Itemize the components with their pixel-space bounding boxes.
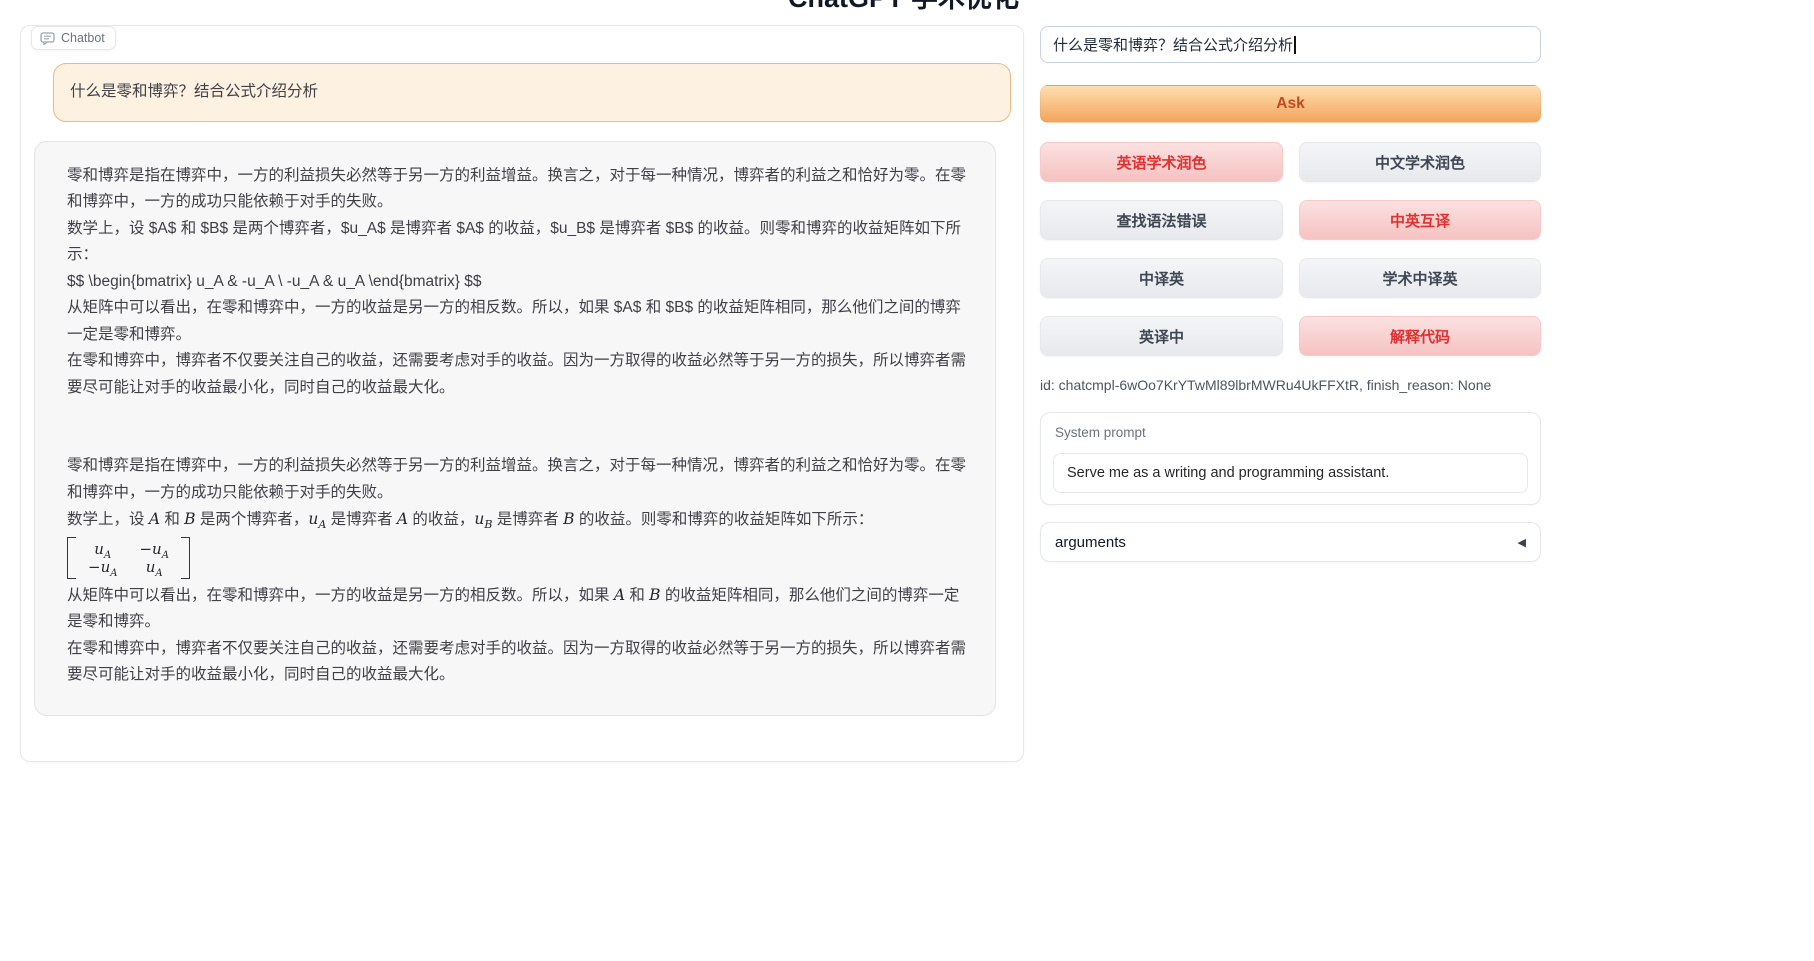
function-button-2[interactable]: 查找语法错误	[1040, 200, 1283, 240]
chat-bubble-icon	[40, 32, 55, 45]
function-button-6[interactable]: 英译中	[1040, 316, 1283, 356]
bot-paragraph: 零和博弈是指在博弈中，一方的利益损失必然等于另一方的利益增益。换言之，对于每一种…	[67, 453, 969, 506]
system-prompt-card: System prompt Serve me as a writing and …	[1040, 412, 1541, 505]
function-button-4[interactable]: 中译英	[1040, 258, 1283, 298]
accordion-collapse-icon: ◀	[1518, 536, 1526, 549]
bot-message-section: 零和博弈是指在博弈中，一方的利益损失必然等于另一方的利益增益。换言之，对于每一种…	[67, 163, 969, 402]
app-window: ChatGPT 学术优化 Chatbot 什么是零和博弈？结合公式介绍分析 零和…	[0, 0, 1814, 961]
bot-message-bubble: 零和博弈是指在博弈中，一方的利益损失必然等于另一方的利益增益。换言之，对于每一种…	[34, 141, 996, 716]
ask-button[interactable]: Ask	[1040, 85, 1541, 123]
chatbot-label: Chatbot	[31, 26, 116, 50]
function-button-3[interactable]: 中英互译	[1299, 200, 1541, 240]
bot-paragraph: 在零和博弈中，博弈者不仅要关注自己的收益，还需要考虑对手的收益。因为一方取得的收…	[67, 348, 969, 401]
bot-paragraph: 零和博弈是指在博弈中，一方的利益损失必然等于另一方的利益增益。换言之，对于每一种…	[67, 163, 969, 216]
bot-paragraph: $$ \begin{bmatrix} u_A & -u_A \ -u_A & u…	[67, 269, 969, 296]
bot-message-section: 零和博弈是指在博弈中，一方的利益损失必然等于另一方的利益增益。换言之，对于每一种…	[67, 453, 969, 689]
chatbot-label-text: Chatbot	[61, 31, 105, 45]
chatbot-panel[interactable]: Chatbot 什么是零和博弈？结合公式介绍分析 零和博弈是指在博弈中，一方的利…	[20, 25, 1024, 762]
function-button-1[interactable]: 中文学术润色	[1299, 142, 1541, 182]
arguments-accordion-label: arguments	[1055, 534, 1126, 551]
response-status-line: id: chatcmpl-6wOo7KrYTwMl89lbrMWRu4UkFFX…	[1040, 377, 1541, 393]
question-input-value: 什么是零和博弈？结合公式介绍分析	[1053, 34, 1293, 55]
question-input[interactable]: 什么是零和博弈？结合公式介绍分析	[1040, 26, 1541, 63]
user-message-text: 什么是零和博弈？结合公式介绍分析	[70, 83, 318, 100]
function-button-7[interactable]: 解释代码	[1299, 316, 1541, 356]
bot-paragraph: 数学上，设 A 和 B 是两个博弈者，uA 是博弈者 A 的收益，uB 是博弈者…	[67, 506, 969, 534]
text-cursor	[1294, 36, 1296, 54]
function-button-0[interactable]: 英语学术润色	[1040, 142, 1283, 182]
system-prompt-value: Serve me as a writing and programming as…	[1067, 465, 1389, 481]
math-matrix: uA−uA−uAuA	[67, 537, 969, 579]
bot-paragraph: 在零和博弈中，博弈者不仅要关注自己的收益，还需要考虑对手的收益。因为一方取得的收…	[67, 636, 969, 689]
system-prompt-input[interactable]: Serve me as a writing and programming as…	[1053, 453, 1528, 493]
bot-paragraph: 从矩阵中可以看出，在零和博弈中，一方的收益是另一方的相反数。所以，如果 $A$ …	[67, 295, 969, 348]
function-button-grid: 英语学术润色中文学术润色查找语法错误中英互译中译英学术中译英英译中解释代码	[1040, 142, 1541, 356]
page-title: ChatGPT 学术优化	[788, 0, 1019, 15]
arguments-accordion[interactable]: arguments ◀	[1040, 522, 1541, 562]
chat-message-list[interactable]: 什么是零和博弈？结合公式介绍分析 零和博弈是指在博弈中，一方的利益损失必然等于另…	[21, 26, 1023, 761]
system-prompt-label: System prompt	[1055, 425, 1146, 440]
bot-paragraph: 数学上，设 $A$ 和 $B$ 是两个博弈者，$u_A$ 是博弈者 $A$ 的收…	[67, 216, 969, 269]
function-button-5[interactable]: 学术中译英	[1299, 258, 1541, 298]
ask-button-label: Ask	[1276, 95, 1304, 113]
user-message-bubble: 什么是零和博弈？结合公式介绍分析	[53, 63, 1011, 122]
bot-paragraph: 从矩阵中可以看出，在零和博弈中，一方的收益是另一方的相反数。所以，如果 A 和 …	[67, 582, 969, 636]
